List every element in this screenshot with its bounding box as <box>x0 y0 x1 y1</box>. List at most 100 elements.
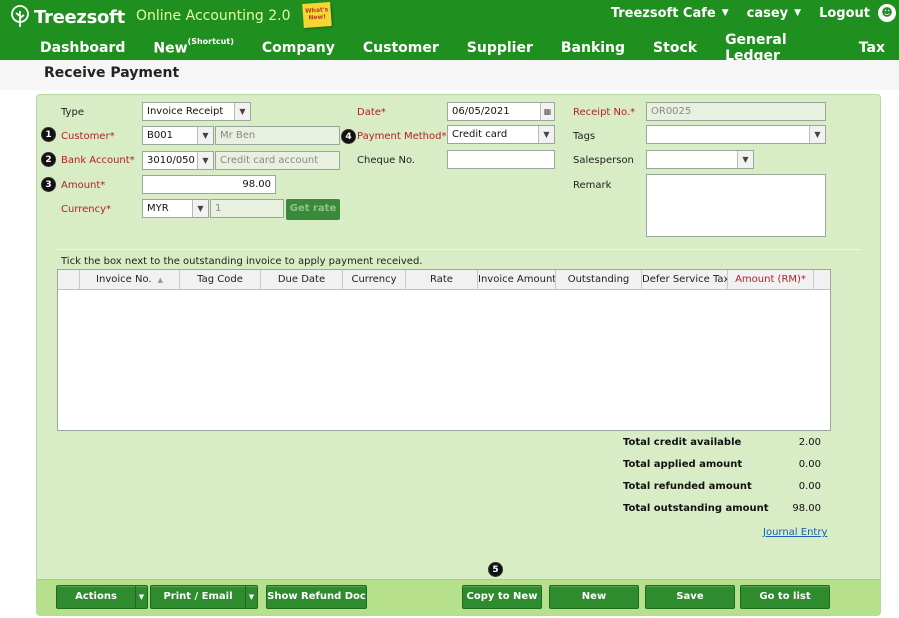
column-invoice-no[interactable]: Invoice No. ▲ <box>80 270 180 290</box>
grid-scroll-gutter <box>814 270 830 290</box>
logout-label: Logout <box>819 5 870 21</box>
nav-tax[interactable]: Tax <box>845 40 899 56</box>
user-menu[interactable]: casey ▼ <box>747 6 801 21</box>
callout-2: 2 <box>41 152 56 167</box>
whats-new-badge[interactable]: What's New! <box>302 2 332 28</box>
type-value: Invoice Receipt <box>147 106 224 117</box>
chevron-down-icon: ▼ <box>794 8 802 18</box>
company-name: Treezsoft Cafe <box>610 5 716 21</box>
page-title: Receive Payment <box>44 65 180 81</box>
bank-account-select[interactable]: 3010/050 ▼ <box>142 151 214 170</box>
bank-account-label: Bank Account* <box>61 155 135 166</box>
total-outstanding-value: 98.00 <box>792 503 821 514</box>
payment-method-label: Payment Method* <box>357 131 447 142</box>
select-all-column[interactable] <box>58 270 80 290</box>
column-due-date[interactable]: Due Date <box>261 270 343 290</box>
date-input[interactable]: 06/05/2021 ▦ <box>447 102 555 121</box>
app-logo[interactable]: Treezsoft <box>8 4 125 30</box>
customer-code: B001 <box>147 130 173 141</box>
currency-value: MYR <box>147 203 169 214</box>
chevron-down-icon: ▼ <box>721 8 729 18</box>
cheque-no-input[interactable] <box>447 150 555 169</box>
remark-label: Remark <box>573 180 612 191</box>
salesperson-label: Salesperson <box>573 155 634 166</box>
type-select[interactable]: Invoice Receipt ▼ <box>142 102 251 121</box>
calendar-icon[interactable]: ▦ <box>540 103 554 120</box>
go-to-list-button[interactable]: Go to list <box>740 585 830 609</box>
total-credit-value: 2.00 <box>798 437 821 448</box>
column-currency[interactable]: Currency <box>343 270 406 290</box>
sort-asc-icon: ▲ <box>157 276 163 284</box>
nav-stock[interactable]: Stock <box>639 40 711 56</box>
amount-input[interactable]: 98.00 <box>142 175 276 194</box>
user-icon[interactable]: ☻ <box>878 4 896 22</box>
currency-select[interactable]: MYR ▼ <box>142 199 209 218</box>
company-selector[interactable]: Treezsoft Cafe ▼ <box>611 6 729 21</box>
page-header: Receive Payment <box>0 60 899 90</box>
payment-method-select[interactable]: Credit card ▼ <box>447 125 555 144</box>
amount-label: Amount* <box>61 180 106 191</box>
actions-button[interactable]: Actions ▼ <box>56 585 148 609</box>
chevron-down-icon: ▼ <box>737 151 753 168</box>
remark-textarea[interactable] <box>646 174 826 237</box>
bank-account-name-field: Credit card account <box>215 151 340 170</box>
tagline: Online Accounting 2.0 <box>136 8 291 24</box>
user-area: Treezsoft Cafe ▼ casey ▼ Logout ☻ <box>611 3 899 23</box>
customer-name-field: Mr Ben <box>215 126 340 145</box>
tags-select[interactable]: ▼ <box>646 125 826 144</box>
get-rate-button[interactable]: Get rate <box>286 199 340 220</box>
column-rate[interactable]: Rate <box>406 270 478 290</box>
total-outstanding-label: Total outstanding amount <box>623 503 769 514</box>
logout-link[interactable]: Logout <box>819 6 870 21</box>
callout-5: 5 <box>488 562 503 577</box>
chevron-down-icon[interactable]: ▼ <box>135 586 147 608</box>
chevron-down-icon: ▼ <box>197 152 213 169</box>
column-defer-service-tax[interactable]: Defer Service Tax <box>642 270 728 290</box>
column-amount-rm[interactable]: Amount (RM)* <box>728 270 814 290</box>
tags-label: Tags <box>573 131 596 142</box>
total-refunded-label: Total refunded amount <box>623 481 752 492</box>
salesperson-select[interactable]: ▼ <box>646 150 754 169</box>
callout-4: 4 <box>341 129 356 144</box>
nav-company[interactable]: Company <box>248 40 349 56</box>
nav-new[interactable]: New(Shortcut) <box>139 36 247 57</box>
journal-entry-link[interactable]: Journal Entry <box>763 527 827 538</box>
brand-name: Treezsoft <box>34 6 125 28</box>
grid-instruction: Tick the box next to the outstanding inv… <box>61 256 423 267</box>
chevron-down-icon[interactable]: ▼ <box>245 586 257 608</box>
save-button[interactable]: Save <box>645 585 735 609</box>
actions-label: Actions <box>75 591 117 602</box>
currency-label: Currency* <box>61 204 112 215</box>
nav-supplier[interactable]: Supplier <box>453 40 547 56</box>
exchange-rate-field: 1 <box>210 199 284 218</box>
column-outstanding[interactable]: Outstanding <box>556 270 642 290</box>
nav-new-shortcut: (Shortcut) <box>187 36 234 46</box>
column-invoice-amount[interactable]: Invoice Amount <box>478 270 556 290</box>
customer-code-select[interactable]: B001 ▼ <box>142 126 214 145</box>
top-header: Treezsoft Online Accounting 2.0 What's N… <box>0 0 899 64</box>
receipt-no-field: OR0025 <box>646 102 826 121</box>
nav-dashboard[interactable]: Dashboard <box>0 40 139 56</box>
new-button[interactable]: New <box>549 585 639 609</box>
bank-account-code: 3010/050 <box>147 155 195 166</box>
total-credit-label: Total credit available <box>623 437 742 448</box>
date-label: Date* <box>357 107 386 118</box>
print-email-button[interactable]: Print / Email ▼ <box>150 585 258 609</box>
nav-customer[interactable]: Customer <box>349 40 453 56</box>
main-nav: Dashboard New(Shortcut) Company Customer… <box>0 32 899 64</box>
payment-method-value: Credit card <box>452 129 508 140</box>
outstanding-invoice-grid: Invoice No. ▲ Tag Code Due Date Currency … <box>57 269 831 431</box>
nav-banking[interactable]: Banking <box>547 40 639 56</box>
chevron-down-icon: ▼ <box>538 126 554 143</box>
total-applied-value: 0.00 <box>798 459 821 470</box>
column-tag-code[interactable]: Tag Code <box>180 270 261 290</box>
total-applied-label: Total applied amount <box>623 459 743 470</box>
chevron-down-icon: ▼ <box>234 103 250 120</box>
show-refund-doc-button[interactable]: Show Refund Doc <box>266 585 367 609</box>
copy-to-new-button[interactable]: Copy to New <box>462 585 542 609</box>
chevron-down-icon: ▼ <box>197 127 213 144</box>
cheque-no-label: Cheque No. <box>357 155 416 166</box>
type-label: Type <box>61 107 84 118</box>
receive-payment-form: Type Invoice Receipt ▼ 1 Customer* B001 … <box>36 94 881 616</box>
callout-3: 3 <box>41 177 56 192</box>
